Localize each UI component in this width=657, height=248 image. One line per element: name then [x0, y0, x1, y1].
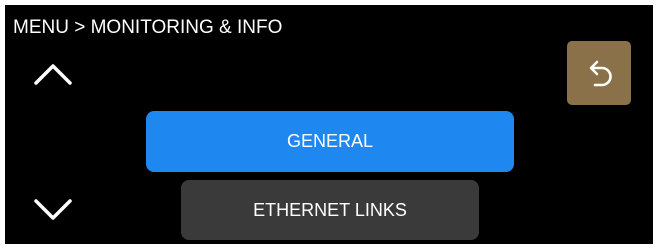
menu-item-general[interactable]: GENERAL — [146, 111, 514, 172]
device-screen: MENU > MONITORING & INFO GENERAL ETHERNE… — [5, 5, 653, 244]
chevron-down-icon — [34, 199, 72, 220]
back-arrow-icon — [589, 60, 612, 87]
scroll-up-button[interactable] — [31, 57, 75, 91]
menu-item-ethernet-links[interactable]: ETHERNET LINKS — [181, 180, 479, 240]
scroll-down-button[interactable] — [31, 193, 75, 227]
breadcrumb: MENU > MONITORING & INFO — [13, 17, 283, 38]
back-button[interactable] — [567, 41, 631, 105]
chevron-up-icon — [34, 64, 72, 85]
